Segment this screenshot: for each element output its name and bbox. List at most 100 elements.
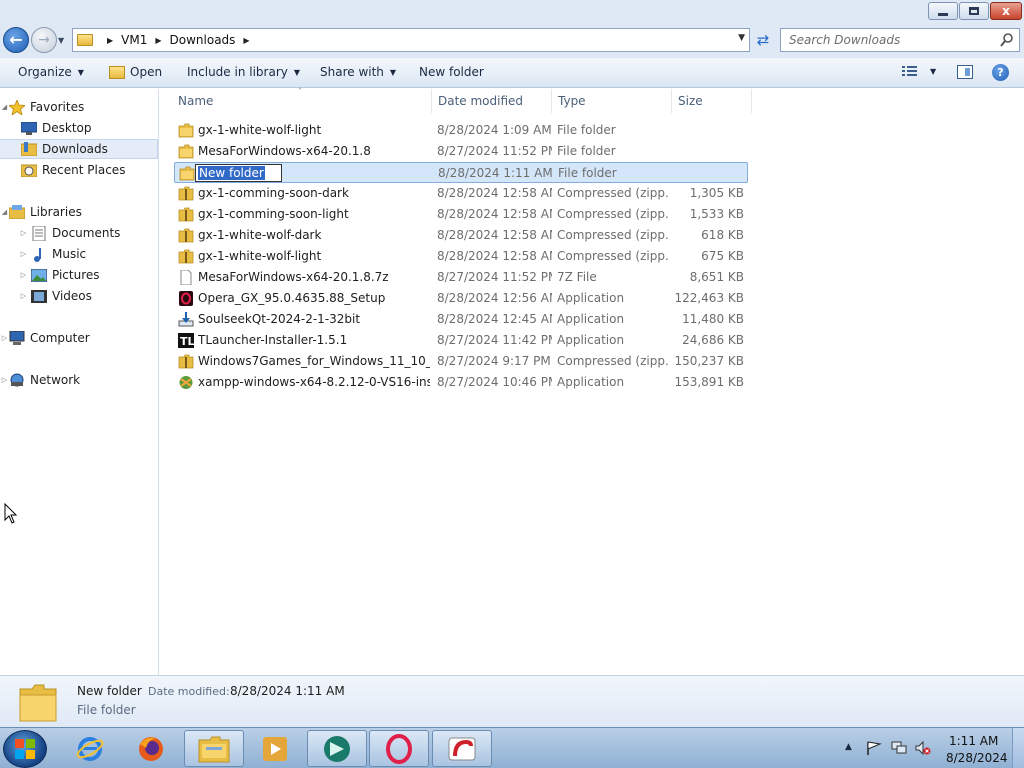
minimize-icon [938, 12, 948, 16]
show-hidden-icons-button[interactable]: ▲ [845, 742, 852, 752]
column-header-type[interactable]: Type [554, 89, 672, 113]
change-view-button[interactable]: ▼ [902, 65, 936, 77]
chevron-right-icon[interactable]: ▶ [107, 36, 113, 45]
nav-music[interactable]: ▷ Music [0, 244, 158, 264]
nav-videos[interactable]: ▷ Videos [0, 286, 158, 306]
volume-muted-icon[interactable] [915, 741, 931, 755]
open-folder-icon [109, 65, 125, 79]
taskbar-windows-explorer[interactable] [184, 730, 244, 767]
maximize-button[interactable] [959, 2, 989, 20]
search-icon[interactable] [999, 32, 1015, 48]
clock-date[interactable]: 8/28/2024 [946, 751, 1008, 765]
file-row[interactable]: gx-1-white-wolf-light 8/28/2024 1:09 AM Fi… [174, 120, 748, 141]
file-name: MesaForWindows-x64-20.1.8.7z [198, 270, 389, 284]
expand-icon[interactable]: ▷ [19, 229, 28, 237]
address-bar[interactable]: ▶ VM1 ▶ Downloads ▶ ▼ [72, 28, 750, 52]
column-type-label: Type [558, 94, 586, 108]
taskbar-teamviewer[interactable] [307, 730, 367, 767]
file-row[interactable]: gx-1-white-wolf-light 8/28/2024 12:58 AM C… [174, 246, 748, 267]
breadcrumb-downloads[interactable]: Downloads [170, 33, 236, 47]
taskbar-opera-gx[interactable] [432, 730, 492, 767]
zip-icon [178, 186, 194, 201]
chevron-down-icon[interactable]: ▼ [930, 67, 936, 76]
file-icon [178, 269, 194, 286]
command-bar: Organize ▼ Open Include in library ▼ Share… [0, 58, 1024, 88]
file-name: Opera_GX_95.0.4635.88_Setup [198, 291, 386, 305]
close-button[interactable]: x [990, 2, 1022, 20]
internet-explorer-icon [76, 736, 104, 761]
network-status-icon[interactable] [891, 741, 907, 755]
file-row[interactable]: gx-1-white-wolf-dark 8/28/2024 12:58 AM Co… [174, 225, 748, 246]
file-row[interactable]: Opera_GX_95.0.4635.88_Setup 8/28/2024 12:… [174, 288, 748, 309]
file-row[interactable]: xampp-windows-x64-8.2.12-0-VS16-insta...… [174, 372, 748, 393]
organize-button[interactable]: Organize ▼ [18, 65, 84, 79]
search-input[interactable] [789, 33, 989, 47]
rename-input[interactable]: New folder [195, 164, 282, 182]
taskbar-opera[interactable] [369, 730, 429, 767]
column-name-label: Name [178, 94, 214, 108]
file-row[interactable]: New folder 8/28/2024 1:11 AM File folder [174, 162, 748, 183]
clock-time[interactable]: 1:11 AM [949, 734, 998, 748]
nav-recent-places[interactable]: Recent Places [0, 160, 158, 180]
nav-videos-label: Videos [52, 289, 92, 303]
breadcrumb-vm1[interactable]: VM1 [121, 33, 147, 47]
help-button[interactable]: ? [992, 64, 1009, 81]
collapse-icon[interactable]: ◢ [0, 103, 9, 111]
file-date-modified: 8/28/2024 12:56 AM [437, 291, 552, 305]
column-date-label: Date modified [438, 94, 524, 108]
column-header-size[interactable]: Size [674, 89, 752, 113]
installer-icon [178, 312, 194, 327]
address-dropdown-icon[interactable]: ▼ [738, 33, 745, 43]
column-header-date-modified[interactable]: Date modified [434, 89, 552, 113]
minimize-button[interactable] [928, 2, 958, 20]
taskbar-media-player[interactable] [245, 730, 305, 767]
chevron-right-icon[interactable]: ▶ [243, 36, 249, 45]
nav-documents[interactable]: ▷ Documents [0, 223, 158, 243]
share-with-button[interactable]: Share with ▼ [320, 65, 396, 79]
forward-button[interactable]: → [31, 27, 57, 53]
expand-icon[interactable]: ▷ [0, 376, 9, 384]
file-row[interactable]: SoulseekQt-2024-2-1-32bit 8/28/2024 12:45… [174, 309, 748, 330]
new-folder-button[interactable]: New folder [419, 65, 484, 79]
file-row[interactable]: gx-1-comming-soon-light 8/28/2024 12:58 A… [174, 204, 748, 225]
file-row[interactable]: Windows7Games_for_Windows_11_10_8 8/27/20… [174, 351, 748, 372]
nav-pictures[interactable]: ▷ Pictures [0, 265, 158, 285]
nav-documents-label: Documents [52, 226, 121, 240]
nav-favorites[interactable]: ◢ Favorites [0, 97, 158, 117]
file-row[interactable]: gx-1-comming-soon-dark 8/28/2024 12:58 AM… [174, 183, 748, 204]
nav-computer[interactable]: ▷ Computer [0, 328, 158, 348]
expand-icon[interactable]: ▷ [19, 292, 28, 300]
file-row[interactable]: TL TLauncher-Installer-1.5.1 8/27/2024 11:… [174, 330, 748, 351]
nav-desktop[interactable]: Desktop [0, 118, 158, 138]
collapse-icon[interactable]: ◢ [0, 208, 9, 216]
include-in-library-button[interactable]: Include in library ▼ [187, 65, 300, 79]
refresh-icon: ⇄ [756, 31, 770, 49]
chevron-right-icon[interactable]: ▶ [155, 36, 161, 45]
nav-downloads[interactable]: Downloads [0, 139, 158, 159]
star-icon [9, 99, 25, 115]
file-row[interactable]: MesaForWindows-x64-20.1.8.7z 8/27/2024 11… [174, 267, 748, 288]
taskbar-firefox[interactable] [121, 730, 181, 767]
mouse-cursor-icon [4, 503, 18, 524]
preview-pane-button[interactable] [957, 65, 973, 79]
column-header-name[interactable]: Name [174, 89, 432, 113]
file-date-modified: 8/28/2024 12:45 AM [437, 312, 552, 326]
back-button[interactable]: ← [3, 27, 29, 53]
expand-icon[interactable]: ▷ [19, 250, 28, 258]
taskbar-internet-explorer[interactable] [60, 730, 120, 767]
open-button[interactable]: Open [109, 65, 162, 79]
action-center-flag-icon[interactable] [866, 741, 882, 755]
show-desktop-button[interactable] [1012, 728, 1024, 768]
nav-libraries[interactable]: ◢ Libraries [0, 202, 158, 222]
zip-icon [178, 207, 194, 222]
media-player-icon [263, 736, 287, 761]
nav-network[interactable]: ▷ Network [0, 370, 158, 390]
expand-icon[interactable]: ▷ [0, 334, 9, 342]
file-row[interactable]: MesaForWindows-x64-20.1.8 8/27/2024 11:52… [174, 141, 748, 162]
zip-icon [178, 228, 194, 243]
recent-pages-dropdown[interactable]: ▼ [58, 36, 68, 46]
refresh-button[interactable]: ⇄ [752, 30, 774, 50]
start-button[interactable] [3, 730, 47, 768]
expand-icon[interactable]: ▷ [19, 271, 28, 279]
search-box[interactable] [780, 28, 1020, 52]
